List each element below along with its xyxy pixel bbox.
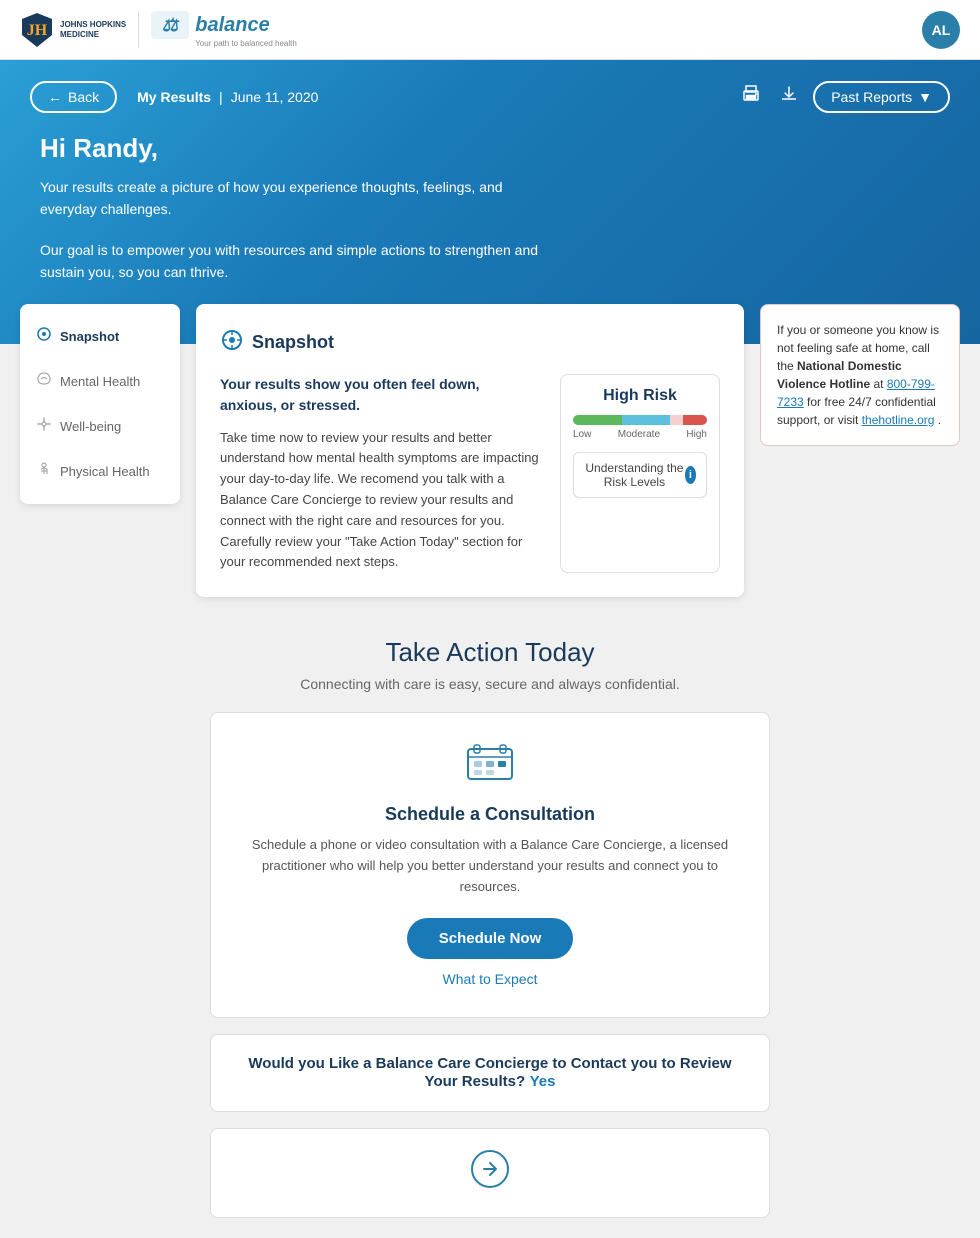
- take-action-section: Take Action Today Connecting with care i…: [0, 597, 980, 1237]
- alert-text-mid: at: [873, 377, 886, 391]
- snapshot-text: Your results show you often feel down, a…: [220, 374, 540, 574]
- contact-yes[interactable]: Yes: [530, 1073, 556, 1090]
- consultation-title: Schedule a Consultation: [235, 804, 745, 825]
- avatar: AL: [922, 11, 960, 49]
- balance-text: balance: [195, 14, 269, 37]
- info-icon: i: [685, 466, 696, 484]
- hero-desc2: Our goal is to empower you with resource…: [40, 239, 560, 284]
- next-icon: [470, 1149, 510, 1197]
- balance-tagline: Your path to balanced health: [195, 39, 297, 48]
- alert-website-link[interactable]: thehotline.org: [862, 413, 935, 427]
- snapshot-card-header: Snapshot: [220, 328, 720, 358]
- past-reports-button[interactable]: Past Reports ▼: [813, 81, 950, 113]
- back-label: Back: [68, 89, 99, 105]
- print-button[interactable]: [737, 80, 765, 113]
- snapshot-card: Snapshot Your results show you often fee…: [196, 304, 744, 598]
- sidebar-mental-health-label: Mental Health: [60, 374, 140, 389]
- risk-bar-labels: Low Moderate High: [573, 429, 707, 440]
- snapshot-card-title: Snapshot: [252, 332, 334, 353]
- svg-text:⚖: ⚖: [162, 15, 180, 35]
- risk-panel: High Risk Low Moderate High Understandin…: [560, 374, 720, 574]
- understanding-risk-label: Understanding the Risk Levels: [584, 461, 685, 489]
- back-button[interactable]: ← Back: [30, 81, 117, 113]
- risk-bar-moderate: [622, 415, 671, 425]
- main-content: Snapshot Mental Health Well-being: [0, 304, 980, 598]
- take-action-title: Take Action Today: [20, 637, 960, 668]
- understanding-risk-button[interactable]: Understanding the Risk Levels i: [573, 452, 707, 498]
- balance-logo: ⚖ balance Your path to balanced health: [138, 11, 297, 48]
- breadcrumb-date: June 11, 2020: [231, 89, 319, 105]
- physical-health-icon: [36, 461, 52, 482]
- snapshot-svg-icon: [36, 326, 52, 342]
- snapshot-card-svg: [220, 328, 244, 352]
- hero-section: ← Back My Results | June 11, 2020: [0, 60, 980, 344]
- well-being-svg-icon: [36, 416, 52, 432]
- download-button[interactable]: [775, 80, 803, 113]
- svg-text:JH: JH: [27, 22, 48, 39]
- consultation-desc: Schedule a phone or video consultation w…: [235, 835, 745, 897]
- risk-label-moderate: Moderate: [618, 429, 660, 440]
- sidebar: Snapshot Mental Health Well-being: [20, 304, 180, 504]
- balance-icon: ⚖: [151, 11, 189, 39]
- schedule-now-button[interactable]: Schedule Now: [407, 918, 574, 959]
- sidebar-snapshot-label: Snapshot: [60, 329, 119, 344]
- sidebar-physical-health-label: Physical Health: [60, 464, 150, 479]
- sidebar-item-well-being[interactable]: Well-being: [20, 404, 180, 449]
- risk-bar: [573, 415, 707, 425]
- consultation-icon: [235, 743, 745, 792]
- schedule-svg-icon: [466, 743, 514, 783]
- mental-health-svg-icon: [36, 371, 52, 387]
- my-results-link[interactable]: My Results: [137, 89, 211, 105]
- breadcrumb: My Results | June 11, 2020: [137, 89, 318, 105]
- hero-nav: ← Back My Results | June 11, 2020: [30, 80, 950, 113]
- download-icon: [779, 84, 799, 104]
- hero-desc1: Your results create a picture of how you…: [40, 176, 560, 221]
- risk-bar-low: [573, 415, 622, 425]
- snapshot-desc: Take time now to review your results and…: [220, 428, 540, 574]
- hero-actions: Past Reports ▼: [737, 80, 950, 113]
- risk-label-low: Low: [573, 429, 591, 440]
- chevron-down-icon: ▼: [918, 89, 932, 105]
- risk-label: High Risk: [573, 387, 707, 405]
- snapshot-card-icon: [220, 328, 244, 358]
- risk-bar-high-inactive: [670, 415, 682, 425]
- risk-bar-high: [683, 415, 707, 425]
- snapshot-summary: Your results show you often feel down, a…: [220, 374, 540, 416]
- sidebar-item-mental-health[interactable]: Mental Health: [20, 359, 180, 404]
- take-action-subtitle: Connecting with care is easy, secure and…: [20, 676, 960, 692]
- mental-health-icon: [36, 371, 52, 392]
- next-action-card: [210, 1128, 770, 1218]
- header: JH JOHNS HOPKINS MEDICINE ⚖ balance Your…: [0, 0, 980, 60]
- alert-box: If you or someone you know is not feelin…: [760, 304, 960, 446]
- snapshot-body: Your results show you often feel down, a…: [220, 374, 720, 574]
- schedule-consultation-card: Schedule a Consultation Schedule a phone…: [210, 712, 770, 1017]
- breadcrumb-separator: |: [219, 89, 223, 105]
- print-icon: [741, 84, 761, 104]
- physical-health-svg-icon: [36, 461, 52, 477]
- sidebar-item-physical-health[interactable]: Physical Health: [20, 449, 180, 494]
- sidebar-well-being-label: Well-being: [60, 419, 121, 434]
- risk-label-high: High: [686, 429, 707, 440]
- contact-card: Would you Like a Balance Care Concierge …: [210, 1034, 770, 1112]
- contact-text: Would you Like a Balance Care Concierge …: [248, 1055, 731, 1090]
- past-reports-label: Past Reports: [831, 89, 912, 105]
- well-being-icon: [36, 416, 52, 437]
- jh-logo: JH JOHNS HOPKINS MEDICINE: [20, 11, 126, 49]
- logos: JH JOHNS HOPKINS MEDICINE ⚖ balance Your…: [20, 11, 297, 49]
- sidebar-item-snapshot[interactable]: Snapshot: [20, 314, 180, 359]
- alert-period: .: [938, 413, 941, 427]
- snapshot-icon: [36, 326, 52, 347]
- back-arrow-icon: ←: [48, 89, 62, 105]
- hero-text: Hi Randy, Your results create a picture …: [30, 133, 950, 284]
- jh-shield-icon: JH: [20, 11, 54, 49]
- arrow-circle-icon: [470, 1149, 510, 1189]
- what-to-expect-link[interactable]: What to Expect: [235, 971, 745, 987]
- greeting: Hi Randy,: [40, 133, 950, 164]
